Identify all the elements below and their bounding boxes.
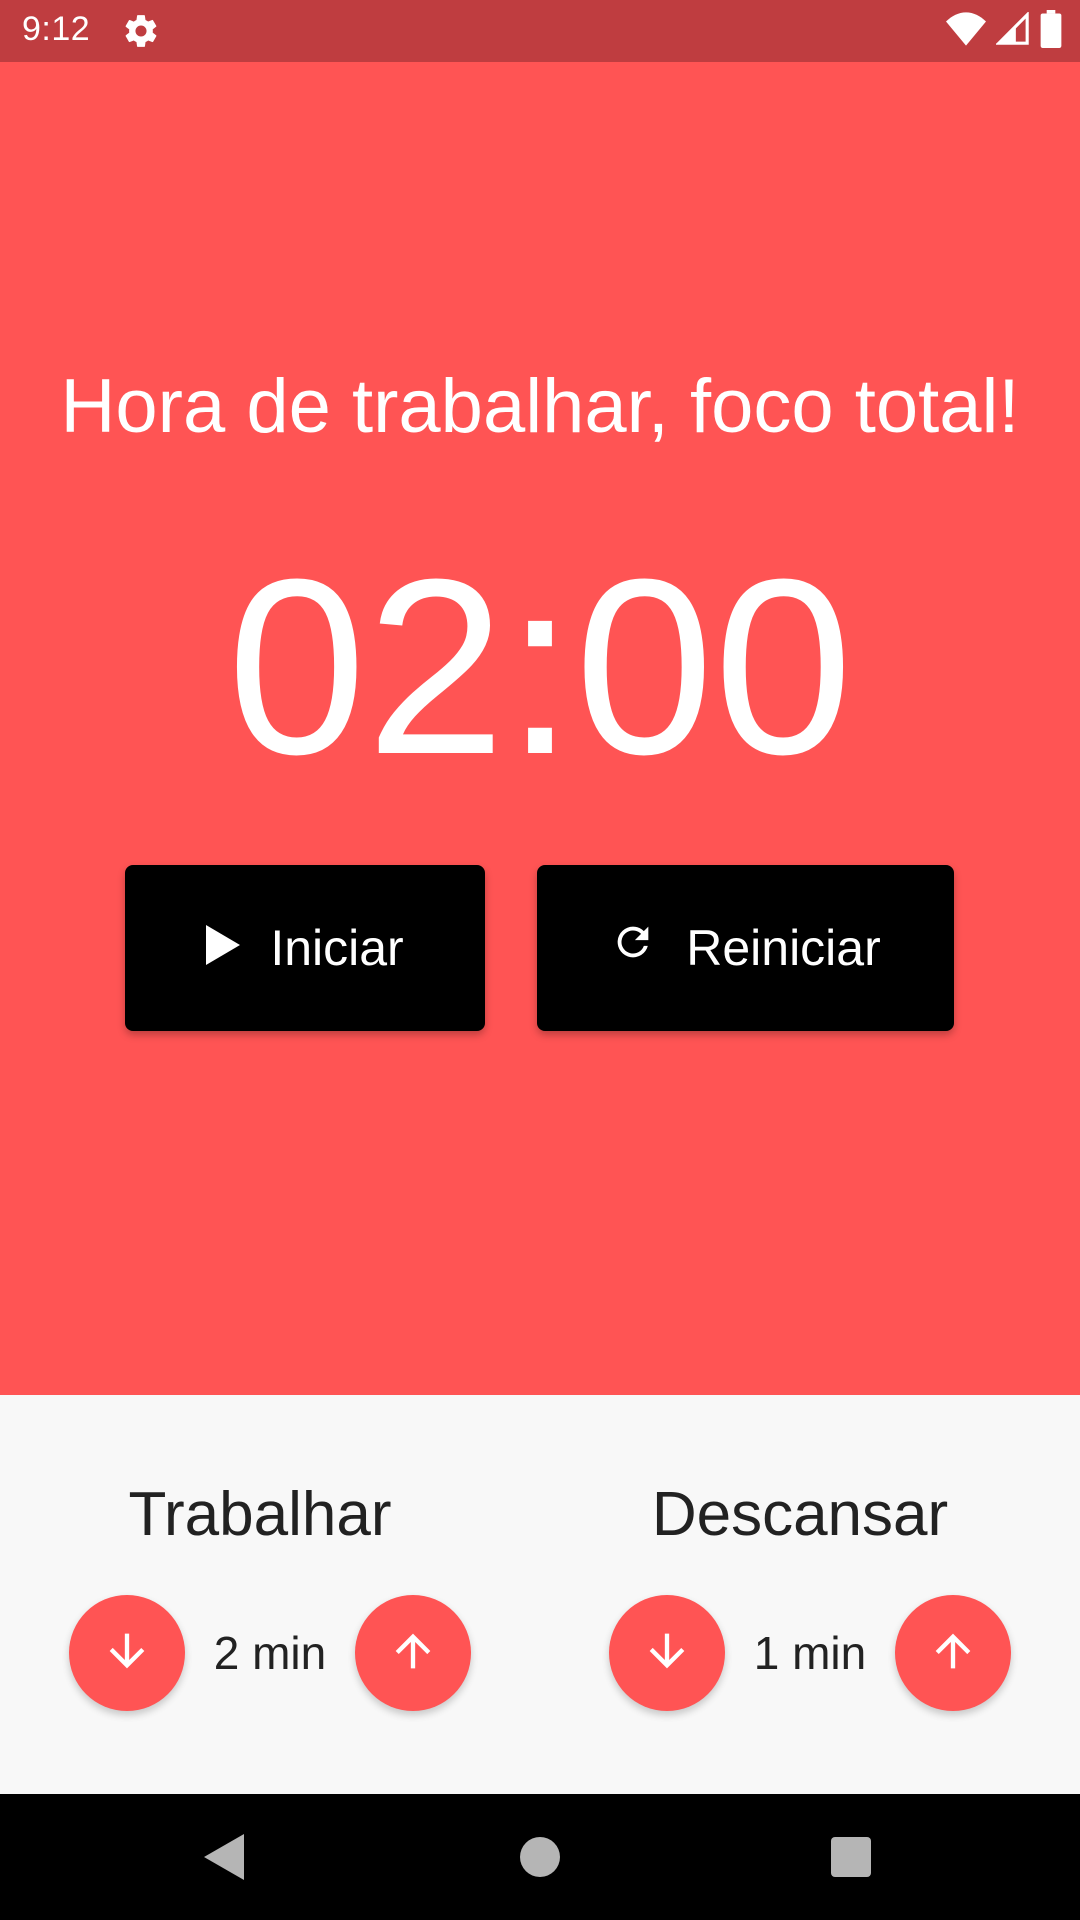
duration-settings: Trabalhar 2 min Descansar 1 min — [0, 1395, 1080, 1794]
timer-display: 02:00 — [227, 527, 853, 806]
navigation-bar — [0, 1794, 1080, 1920]
rest-duration-setting: Descansar 1 min — [540, 1395, 1080, 1794]
work-duration-setting: Trabalhar 2 min — [0, 1395, 540, 1794]
rest-decrease-button[interactable] — [609, 1595, 725, 1711]
reset-button-label: Reiniciar — [686, 920, 881, 976]
work-decrease-button[interactable] — [69, 1595, 185, 1711]
home-icon[interactable] — [520, 1837, 560, 1882]
status-time: 9:12 — [22, 10, 91, 48]
reset-button[interactable]: Reiniciar — [537, 865, 954, 1031]
arrow-up-icon — [387, 1625, 439, 1682]
recents-icon[interactable] — [831, 1837, 871, 1882]
rest-increase-button[interactable] — [895, 1595, 1011, 1711]
play-icon — [206, 919, 270, 977]
start-button[interactable]: Iniciar — [125, 865, 485, 1031]
rest-title: Descansar — [651, 1480, 949, 1549]
work-duration-value: 2 min — [213, 1627, 327, 1679]
arrow-down-icon — [101, 1625, 153, 1682]
status-headline: Hora de trabalhar, foco total! — [60, 364, 1020, 449]
back-icon[interactable] — [204, 1834, 244, 1885]
signal-icon — [995, 10, 1030, 51]
refresh-icon — [610, 919, 686, 977]
timer-panel: Hora de trabalhar, foco total! 02:00 Ini… — [0, 62, 1080, 1395]
start-button-label: Iniciar — [270, 920, 404, 976]
work-title: Trabalhar — [128, 1480, 392, 1549]
arrow-down-icon — [641, 1625, 693, 1682]
rest-duration-value: 1 min — [753, 1627, 867, 1679]
wifi-icon — [946, 11, 986, 51]
gear-icon — [122, 12, 160, 50]
status-bar: 9:12 — [0, 0, 1080, 62]
work-increase-button[interactable] — [355, 1595, 471, 1711]
battery-icon — [1040, 9, 1062, 53]
arrow-up-icon — [927, 1625, 979, 1682]
